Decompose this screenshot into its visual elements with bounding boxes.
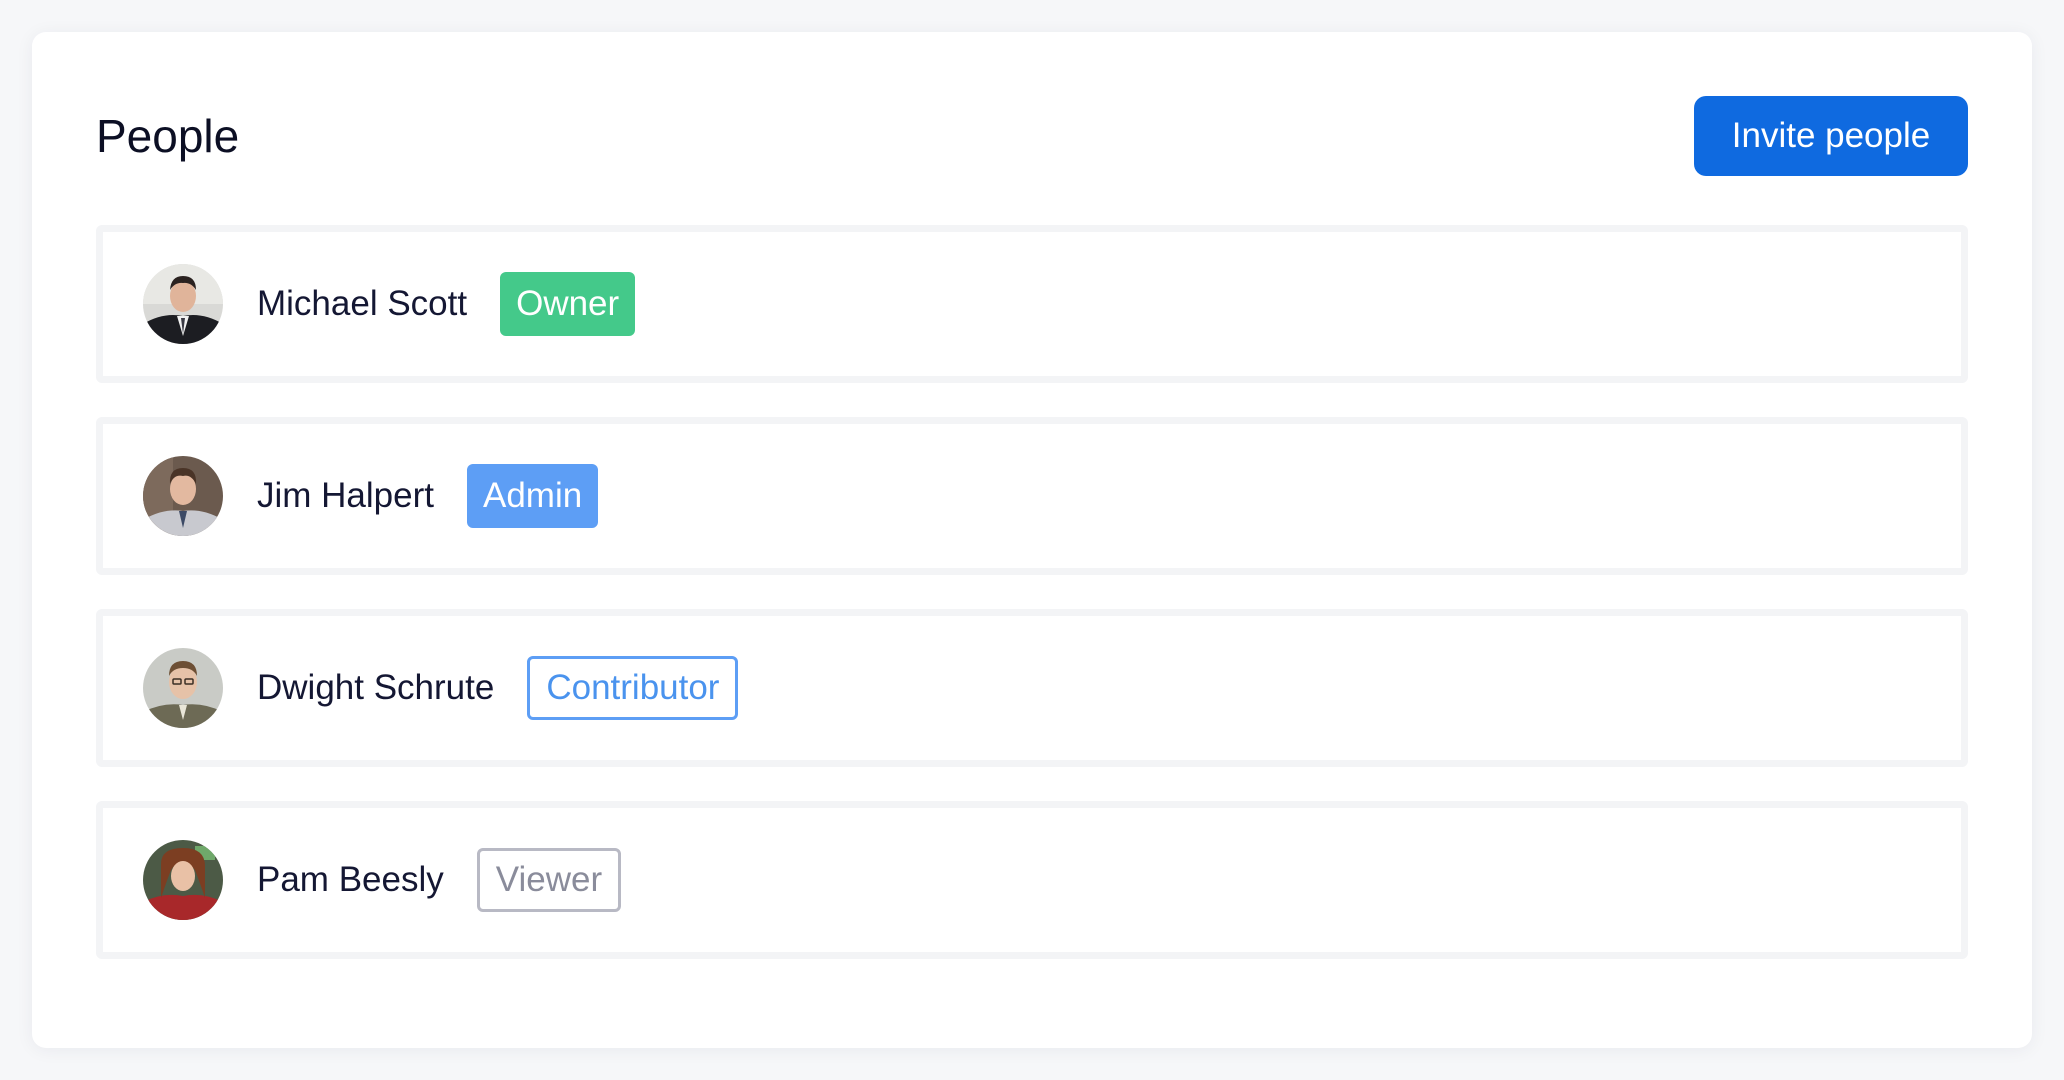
avatar (143, 456, 223, 536)
page-title: People (96, 110, 240, 162)
avatar (143, 840, 223, 920)
role-badge-viewer: Viewer (476, 848, 622, 912)
role-badge-owner: Owner (500, 272, 636, 336)
person-name: Dwight Schrute (257, 668, 495, 707)
role-badge-contributor: Contributor (527, 656, 739, 720)
person-name: Jim Halpert (257, 476, 434, 515)
invite-people-button[interactable]: Invite people (1694, 96, 1968, 176)
person-row-pam-beesly[interactable]: Pam Beesly Viewer (96, 801, 1968, 959)
people-card: People Invite people Michael Scott Owner (32, 32, 2032, 1048)
role-badge-admin: Admin (466, 464, 599, 528)
avatar (143, 264, 223, 344)
people-header: People Invite people (96, 96, 1968, 176)
person-row-jim-halpert[interactable]: Jim Halpert Admin (96, 417, 1968, 575)
person-name: Michael Scott (257, 284, 468, 323)
avatar (143, 648, 223, 728)
person-row-michael-scott[interactable]: Michael Scott Owner (96, 225, 1968, 383)
person-name: Pam Beesly (257, 860, 444, 899)
person-row-dwight-schrute[interactable]: Dwight Schrute Contributor (96, 609, 1968, 767)
people-list: Michael Scott Owner Jim Halpert Admin Dw… (96, 225, 1968, 993)
